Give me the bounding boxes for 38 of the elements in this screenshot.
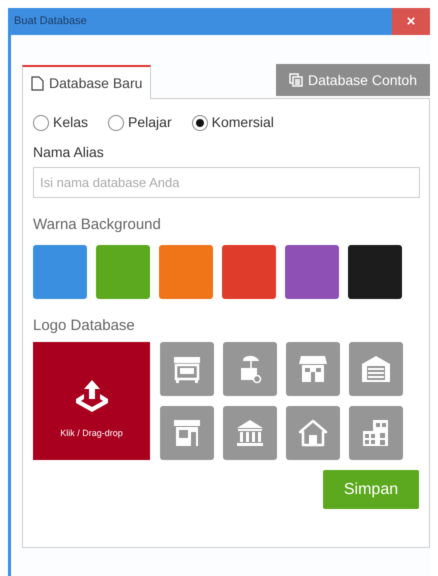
section-label: Warna Background	[33, 215, 162, 235]
color-swatch[interactable]	[96, 244, 150, 298]
radio-label[interactable]: Pelajar	[128, 112, 172, 133]
radio-button[interactable]	[108, 114, 124, 130]
close-button[interactable]: ×	[392, 8, 430, 35]
color-swatch[interactable]	[33, 244, 87, 298]
logo-option[interactable]	[286, 342, 340, 396]
window-title: Buat Database	[13, 14, 87, 30]
kiosk-icon	[172, 354, 202, 384]
garage-icon	[361, 354, 391, 384]
logo-option[interactable]	[160, 342, 214, 396]
logo-option[interactable]	[349, 342, 403, 396]
radio-button[interactable]	[192, 114, 208, 130]
logo-option[interactable]	[223, 406, 277, 460]
radio-label[interactable]: Kelas	[53, 112, 88, 133]
logo-option[interactable]	[349, 406, 403, 460]
color-swatch[interactable]	[159, 244, 213, 298]
section-label: Logo Database	[33, 316, 136, 336]
shop-icon	[298, 354, 328, 384]
color-swatch[interactable]	[348, 244, 402, 298]
house-icon	[298, 418, 328, 448]
logo-option[interactable]	[160, 406, 214, 460]
tab[interactable]: Database Baru	[22, 65, 152, 99]
radio-button[interactable]	[33, 114, 49, 130]
bank-building-icon	[235, 418, 265, 448]
buildings-icon	[361, 418, 391, 448]
document-icon	[31, 76, 44, 90]
alias-input-field[interactable]: Isi nama database Anda	[33, 167, 420, 198]
copy-icon	[289, 73, 304, 87]
store-icon	[172, 418, 202, 448]
color-swatch[interactable]	[222, 244, 276, 298]
logo-option[interactable]	[223, 342, 277, 396]
color-swatch[interactable]	[285, 244, 339, 298]
logo-option[interactable]	[286, 406, 340, 460]
field-label: Nama Alias	[33, 143, 105, 162]
radio-label[interactable]: Komersial	[212, 112, 274, 133]
upload-icon	[74, 378, 108, 413]
upload-button[interactable]: Klik / Drag-drop	[33, 342, 150, 460]
